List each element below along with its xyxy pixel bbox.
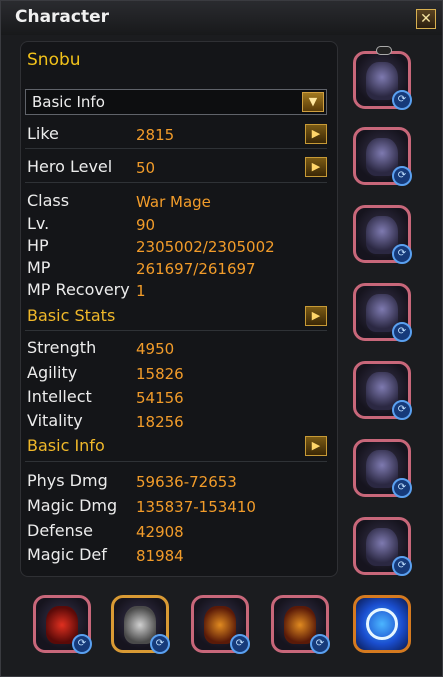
stat-value: 18256 [136, 413, 184, 431]
swap-icon[interactable]: ⟳ [150, 634, 170, 654]
stat-value: 15826 [136, 365, 184, 383]
swap-icon[interactable]: ⟳ [230, 634, 250, 654]
divider [25, 148, 327, 149]
like-value: 2815 [136, 126, 175, 144]
like-label: Like [27, 124, 59, 143]
swap-icon[interactable]: ⟳ [392, 478, 412, 498]
swap-icon[interactable]: ⟳ [392, 90, 412, 110]
basic-info-header: Basic Info [27, 436, 105, 455]
equip-slot-legs[interactable]: ⟳ [353, 361, 412, 420]
info-label: Phys Dmg [27, 471, 108, 490]
equip-slot-weapon[interactable]: ⟳ [353, 439, 412, 498]
chevron-down-icon[interactable]: ▼ [302, 92, 324, 112]
rune-icon [366, 608, 398, 640]
stat-label: Agility [27, 363, 78, 382]
hp-label: HP [27, 236, 49, 255]
basic-stats-expand-button[interactable]: ▶ [305, 306, 327, 326]
like-expand-button[interactable]: ▶ [305, 124, 327, 144]
equip-slot-ring-2[interactable]: ⟳ [271, 595, 330, 654]
equip-slot-rune[interactable] [353, 595, 411, 653]
mp-label: MP [27, 258, 51, 277]
divider [25, 330, 327, 331]
mp-value: 261697/261697 [136, 260, 256, 278]
equip-slot-necklace[interactable]: ⟳ [33, 595, 92, 654]
info-label: Magic Dmg [27, 496, 118, 515]
equip-slot-chest[interactable]: ⟳ [353, 205, 412, 264]
equip-slot-cloak[interactable]: ⟳ [353, 283, 412, 342]
info-value: 135837-153410 [136, 498, 256, 516]
swap-icon[interactable]: ⟳ [310, 634, 330, 654]
swap-icon[interactable]: ⟳ [392, 400, 412, 420]
info-value: 42908 [136, 523, 184, 541]
basic-stats-header: Basic Stats [27, 306, 116, 325]
swap-icon[interactable]: ⟳ [392, 322, 412, 342]
info-value: 59636-72653 [136, 473, 237, 491]
stat-label: Strength [27, 338, 97, 357]
equip-slot-boots[interactable]: ⟳ [353, 517, 412, 576]
swap-icon[interactable]: ⟳ [72, 634, 92, 654]
info-label: Defense [27, 521, 93, 540]
swap-icon[interactable]: ⟳ [392, 244, 412, 264]
window-title: Character [15, 7, 110, 27]
stat-label: Vitality [27, 411, 83, 430]
divider [25, 461, 327, 462]
class-value: War Mage [136, 193, 211, 211]
divider [25, 182, 327, 183]
stat-value: 4950 [136, 340, 175, 358]
dropdown-selected: Basic Info [32, 93, 105, 111]
hero-level-expand-button[interactable]: ▶ [305, 157, 327, 177]
level-value: 90 [136, 216, 156, 234]
level-label: Lv. [27, 214, 50, 233]
equip-slot-shoulders[interactable]: ⟳ [353, 127, 412, 186]
info-value: 81984 [136, 547, 184, 565]
swap-icon[interactable]: ⟳ [392, 556, 412, 576]
character-name: Snobu [27, 50, 81, 70]
equip-slot-helmet[interactable]: ⟳ [353, 46, 412, 110]
close-button[interactable]: ✕ [416, 9, 436, 29]
info-dropdown[interactable]: Basic Info ▼ [25, 89, 327, 115]
info-label: Magic Def [27, 545, 107, 564]
equip-slot-ring-1[interactable]: ⟳ [191, 595, 250, 654]
hero-level-value: 50 [136, 159, 156, 177]
mp-recovery-label: MP Recovery [27, 280, 130, 299]
hp-value: 2305002/2305002 [136, 238, 275, 256]
stat-label: Intellect [27, 387, 92, 406]
toggle-icon[interactable] [376, 46, 392, 55]
swap-icon[interactable]: ⟳ [392, 166, 412, 186]
character-window: Character ✕ Snobu Basic Info ▼ Like 2815… [0, 0, 443, 677]
mp-recovery-value: 1 [136, 282, 146, 300]
equip-slot-earrings[interactable]: ⟳ [111, 595, 170, 654]
stat-value: 54156 [136, 389, 184, 407]
hero-level-label: Hero Level [27, 157, 113, 176]
title-bar[interactable]: Character ✕ [1, 1, 442, 35]
class-label: Class [27, 191, 70, 210]
basic-info-expand-button[interactable]: ▶ [305, 436, 327, 456]
